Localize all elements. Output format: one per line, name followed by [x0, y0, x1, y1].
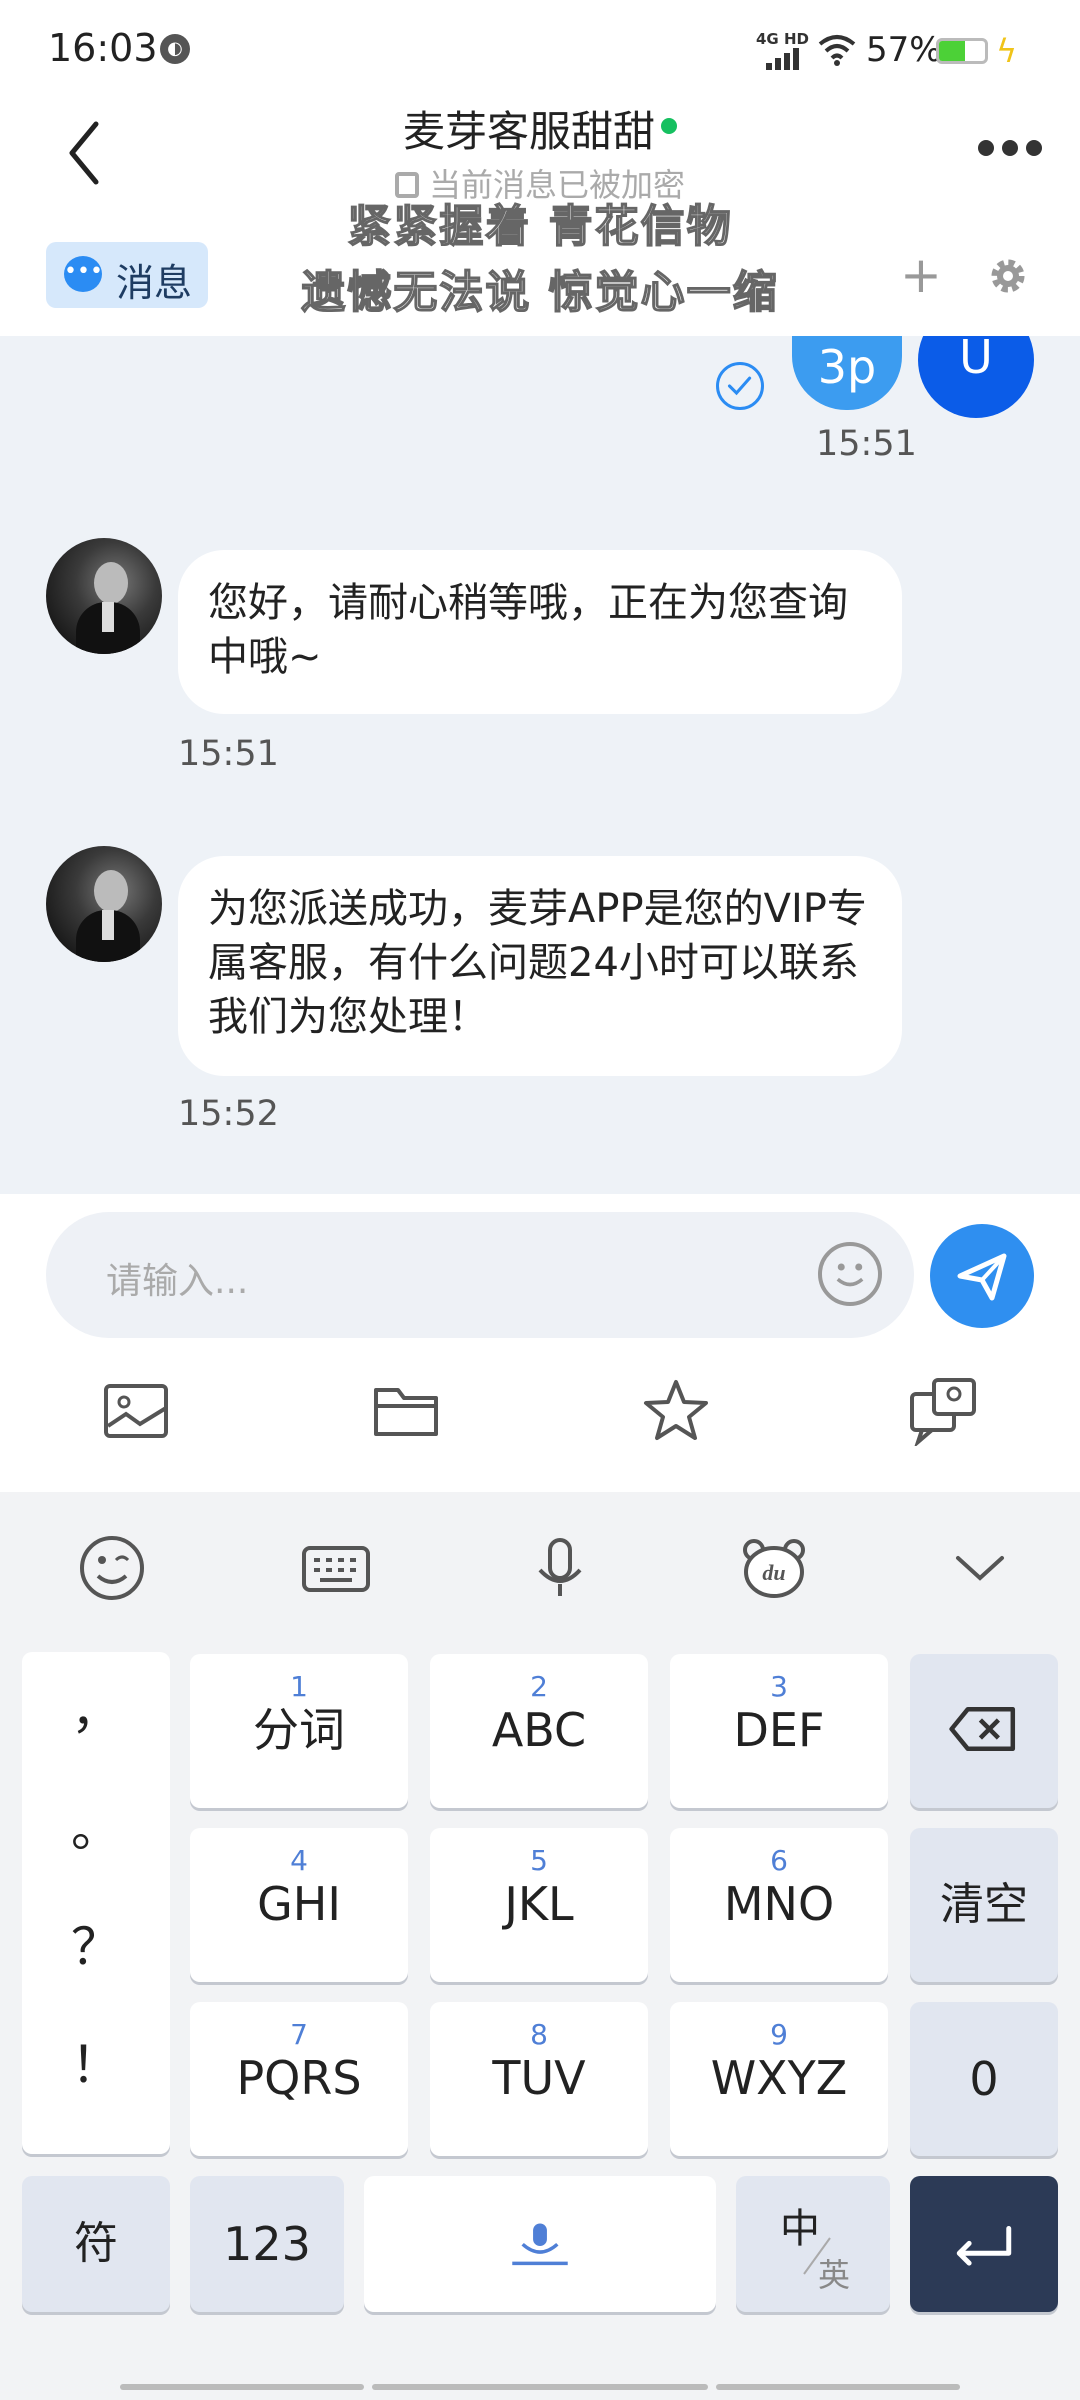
- clock: 16:03: [48, 26, 158, 70]
- punct-key[interactable]: ？: [22, 1888, 170, 2006]
- space-key[interactable]: [364, 2176, 716, 2312]
- vpn-icon: ◐: [160, 34, 190, 64]
- space-mic-icon: [512, 2223, 568, 2266]
- key-3[interactable]: 3 DEF: [670, 1654, 888, 1808]
- collapse-icon[interactable]: [944, 1532, 1016, 1604]
- signal-icon: [766, 48, 806, 70]
- input-bar: 请输入...: [0, 1194, 1080, 1492]
- lang-switch-key[interactable]: 中 英: [736, 2176, 890, 2312]
- numeric-key[interactable]: 123: [190, 2176, 344, 2312]
- battery-level: [939, 41, 966, 61]
- my-avatar[interactable]: U: [918, 336, 1034, 418]
- svg-text:du: du: [762, 1560, 785, 1585]
- key-7[interactable]: 7 PQRS: [190, 2002, 408, 2156]
- key-2[interactable]: 2 ABC: [430, 1654, 648, 1808]
- key-6[interactable]: 6 MNO: [670, 1828, 888, 1982]
- more-horizontal-icon[interactable]: [978, 140, 1042, 160]
- wifi-icon: [818, 35, 856, 66]
- agent-message-bubble[interactable]: 您好，请耐心稍等哦，正在为您查询中哦~: [178, 550, 902, 714]
- microphone-icon[interactable]: [524, 1532, 596, 1604]
- status-bar: 16:03 ◐ 4G HD 57% ϟ: [0, 0, 1080, 100]
- enter-icon: [956, 2226, 1012, 2266]
- charging-icon: ϟ: [996, 32, 1018, 70]
- key-1[interactable]: 1 分词: [190, 1654, 408, 1808]
- input-placeholder: 请输入...: [106, 1261, 249, 1302]
- punct-key[interactable]: 。: [22, 1770, 170, 1888]
- plus-icon[interactable]: +: [900, 250, 942, 300]
- emoji-icon[interactable]: [818, 1242, 882, 1306]
- network-type: 4G HD: [756, 30, 809, 48]
- key-4[interactable]: 4 GHI: [190, 1828, 408, 1982]
- enter-key[interactable]: [910, 2176, 1058, 2312]
- zero-key[interactable]: 0: [910, 2002, 1058, 2156]
- symbol-key[interactable]: 符: [22, 2176, 170, 2312]
- key-9[interactable]: 9 WXYZ: [670, 2002, 888, 2156]
- punct-key[interactable]: ，: [22, 1652, 170, 1770]
- message-time: 15:52: [178, 1094, 279, 1134]
- gear-icon[interactable]: [986, 254, 1030, 298]
- agent-avatar[interactable]: [46, 846, 162, 962]
- backspace-icon: [949, 1706, 1016, 1752]
- image-icon[interactable]: [100, 1374, 172, 1446]
- battery-icon: [936, 38, 988, 64]
- page-title: 麦芽客服甜甜: [0, 98, 1080, 159]
- key-5[interactable]: 5 JKL: [430, 1828, 648, 1982]
- emoji-icon[interactable]: [76, 1532, 148, 1604]
- online-dot: [661, 118, 677, 134]
- battery-percent: 57%: [866, 30, 942, 70]
- punctuation-column[interactable]: ， 。 ？ ！: [22, 1652, 170, 2154]
- send-icon[interactable]: [930, 1224, 1034, 1328]
- backspace-key[interactable]: [910, 1654, 1058, 1808]
- nav-segment: [716, 2384, 960, 2390]
- nav-segment: [372, 2384, 708, 2390]
- star-icon[interactable]: [640, 1374, 712, 1446]
- message-time: 15:51: [816, 424, 917, 464]
- my-message-bubble[interactable]: 3p: [792, 336, 902, 410]
- keyboard-icon[interactable]: [300, 1532, 372, 1604]
- agent-message-bubble[interactable]: 为您派送成功，麦芽APP是您的VIP专属客服，有什么问题24小时可以联系我们为您…: [178, 856, 902, 1076]
- punct-key[interactable]: ！: [22, 2006, 170, 2124]
- du-bear-icon[interactable]: du: [738, 1532, 810, 1604]
- message-time: 15:51: [178, 734, 279, 774]
- chat-area[interactable]: 3p U 15:51 您好，请耐心稍等哦，正在为您查询中哦~ 15:51 为您派…: [0, 336, 1080, 1194]
- key-8[interactable]: 8 TUV: [430, 2002, 648, 2156]
- message-input[interactable]: 请输入...: [46, 1212, 914, 1338]
- keyboard: du ， 。 ？ ！ 1 分词 2 ABC 3 DEF 4 GHI 5 JKL 6 MNO …: [0, 1492, 1080, 2400]
- agent-avatar[interactable]: [46, 538, 162, 654]
- chat-title: 麦芽客服甜甜: [402, 107, 655, 156]
- clear-key[interactable]: 清空: [910, 1828, 1058, 1982]
- folder-icon[interactable]: [370, 1374, 442, 1446]
- slash-icon: [803, 2237, 831, 2275]
- screenshot-icon[interactable]: [908, 1374, 980, 1446]
- nav-segment: [120, 2384, 364, 2390]
- navigation-bar: [0, 2384, 1080, 2400]
- read-check-icon: [716, 362, 764, 410]
